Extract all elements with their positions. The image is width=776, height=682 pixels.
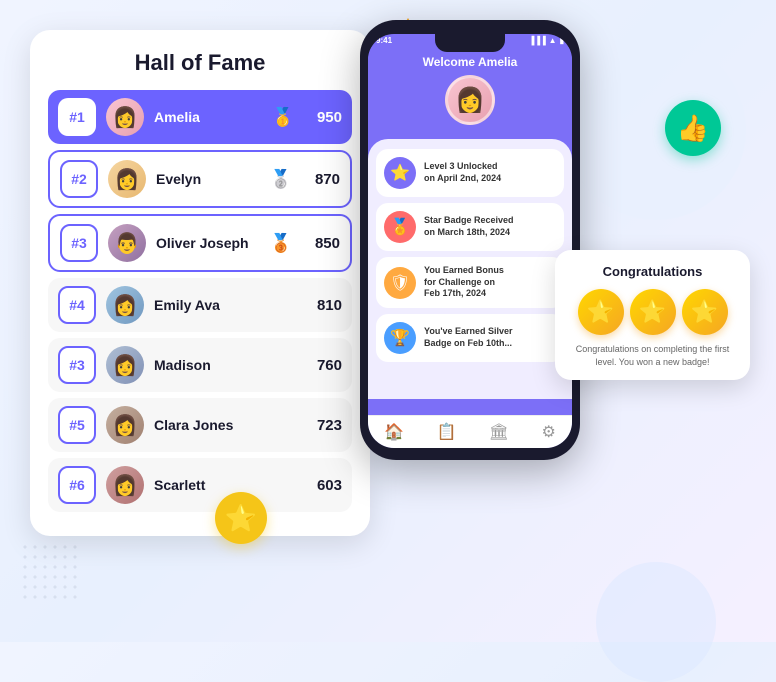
activity-item-4[interactable]: 🏆 You've Earned SilverBadge on Feb 10th.… (376, 314, 564, 362)
phone-bottom-nav: 🏠 📋 🏛 ⚙ (368, 415, 572, 448)
rank-badge-3: #3 (60, 224, 98, 262)
star-gold-2: ⭐ (630, 289, 676, 335)
leaderboard-row-5[interactable]: #3 👩 Madison 760 (48, 338, 352, 392)
score-5: 760 (306, 357, 342, 374)
wifi-icon: ▲ (549, 36, 557, 45)
rank-badge-4: #4 (58, 286, 96, 324)
leaderboard-row-4[interactable]: #4 👩 Emily Ava 810 (48, 278, 352, 332)
activity-item-1[interactable]: ⭐ Level 3 Unlockedon April 2nd, 2024 (376, 149, 564, 197)
rank-badge-5: #3 (58, 346, 96, 384)
star-gold-3: ⭐ (682, 289, 728, 335)
leaderboard-row-1[interactable]: #1 👩 Amelia 🥇 950 (48, 90, 352, 144)
nav-tasks[interactable]: 📋 (436, 422, 456, 442)
phone-notch (435, 34, 505, 52)
signal-icon: ▐▐▐ (529, 36, 546, 45)
avatar-oliver: 👨 (108, 224, 146, 262)
score-1: 950 (306, 109, 342, 126)
hall-of-fame-card: Hall of Fame #1 👩 Amelia 🥇 950 #2 👩 Evel… (30, 30, 370, 536)
medal-1: 🥇 (272, 107, 294, 128)
score-3: 850 (304, 235, 340, 252)
phone-time: 9:41 (376, 36, 392, 45)
thumbs-up-icon: 👍 (677, 113, 709, 144)
activity-text-4: You've Earned SilverBadge on Feb 10th... (424, 326, 513, 349)
nav-leaderboard[interactable]: 🏛 (489, 422, 509, 442)
leaderboard-row-6[interactable]: #5 👩 Clara Jones 723 (48, 398, 352, 452)
avatar-amelia: 👩 (106, 98, 144, 136)
decorative-dots (20, 542, 80, 602)
thumbs-up-badge: 👍 (665, 100, 721, 156)
star-badge: ⭐ (215, 492, 267, 544)
leaderboard-row-2[interactable]: #2 👩 Evelyn 🥈 870 (48, 150, 352, 208)
medal-2: 🥈 (270, 169, 292, 190)
player-name-5: Madison (154, 357, 296, 373)
leaderboard-row-3[interactable]: #3 👨 Oliver Joseph 🥉 850 (48, 214, 352, 272)
star-gold-1: ⭐ (578, 289, 624, 335)
avatar-evelyn: 👩 (108, 160, 146, 198)
score-6: 723 (306, 417, 342, 434)
phone-screen: 9:41 ▐▐▐ ▲ ▮ Welcome Amelia 👩 ⭐ Level 3 … (368, 34, 572, 448)
player-name-3: Oliver Joseph (156, 235, 260, 251)
rank-badge-2: #2 (60, 160, 98, 198)
player-name-4: Emily Ava (154, 297, 296, 313)
player-name-7: Scarlett (154, 477, 296, 493)
avatar-madison: 👩 (106, 346, 144, 384)
avatar-scarlett: 👩 (106, 466, 144, 504)
activity-item-2[interactable]: 🏅 Star Badge Receivedon March 18th, 2024 (376, 203, 564, 251)
congrats-stars: ⭐ ⭐ ⭐ (569, 289, 736, 335)
rank-badge-7: #6 (58, 466, 96, 504)
home-icon: 🏠 (384, 422, 404, 442)
congratulations-card: Congratulations ⭐ ⭐ ⭐ Congratulations on… (555, 250, 750, 380)
avatar-emily: 👩 (106, 286, 144, 324)
avatar-clara: 👩 (106, 406, 144, 444)
settings-icon: ⚙ (541, 422, 555, 442)
player-name-6: Clara Jones (154, 417, 296, 433)
player-name-1: Amelia (154, 109, 262, 125)
activity-text-2: Star Badge Receivedon March 18th, 2024 (424, 215, 514, 238)
battery-icon: ▮ (560, 36, 564, 45)
phone-welcome-text: Welcome Amelia (378, 55, 562, 69)
star-icon: ⭐ (225, 503, 257, 534)
nav-settings[interactable]: ⚙ (541, 422, 555, 442)
leaderboard-icon: 🏛 (489, 422, 509, 442)
activity-item-3[interactable]: 🛡 You Earned Bonusfor Challenge onFeb 17… (376, 257, 564, 308)
phone-content: ⭐ Level 3 Unlockedon April 2nd, 2024 🏅 S… (368, 139, 572, 399)
rank-badge-1: #1 (58, 98, 96, 136)
score-2: 870 (304, 171, 340, 188)
phone-user-avatar: 👩 (445, 75, 495, 125)
leaderboard-row-7[interactable]: #6 👩 Scarlett 603 (48, 458, 352, 512)
activity-icon-2: 🏅 (384, 211, 416, 243)
rank-badge-6: #5 (58, 406, 96, 444)
phone-mockup: 9:41 ▐▐▐ ▲ ▮ Welcome Amelia 👩 ⭐ Level 3 … (360, 20, 580, 460)
congrats-message: Congratulations on completing the first … (569, 343, 736, 368)
score-4: 810 (306, 297, 342, 314)
congrats-title: Congratulations (569, 264, 736, 279)
tasks-icon: 📋 (436, 422, 456, 442)
activity-icon-4: 🏆 (384, 322, 416, 354)
phone-header: Welcome Amelia 👩 (368, 47, 572, 139)
hall-of-fame-title: Hall of Fame (48, 50, 352, 76)
activity-icon-1: ⭐ (384, 157, 416, 189)
activity-icon-3: 🛡 (384, 267, 416, 299)
activity-text-3: You Earned Bonusfor Challenge onFeb 17th… (424, 265, 504, 300)
decorative-circle-bottom (596, 562, 716, 682)
score-7: 603 (306, 477, 342, 494)
medal-3: 🥉 (270, 233, 292, 254)
nav-home[interactable]: 🏠 (384, 422, 404, 442)
player-name-2: Evelyn (156, 171, 260, 187)
activity-text-1: Level 3 Unlockedon April 2nd, 2024 (424, 161, 501, 184)
